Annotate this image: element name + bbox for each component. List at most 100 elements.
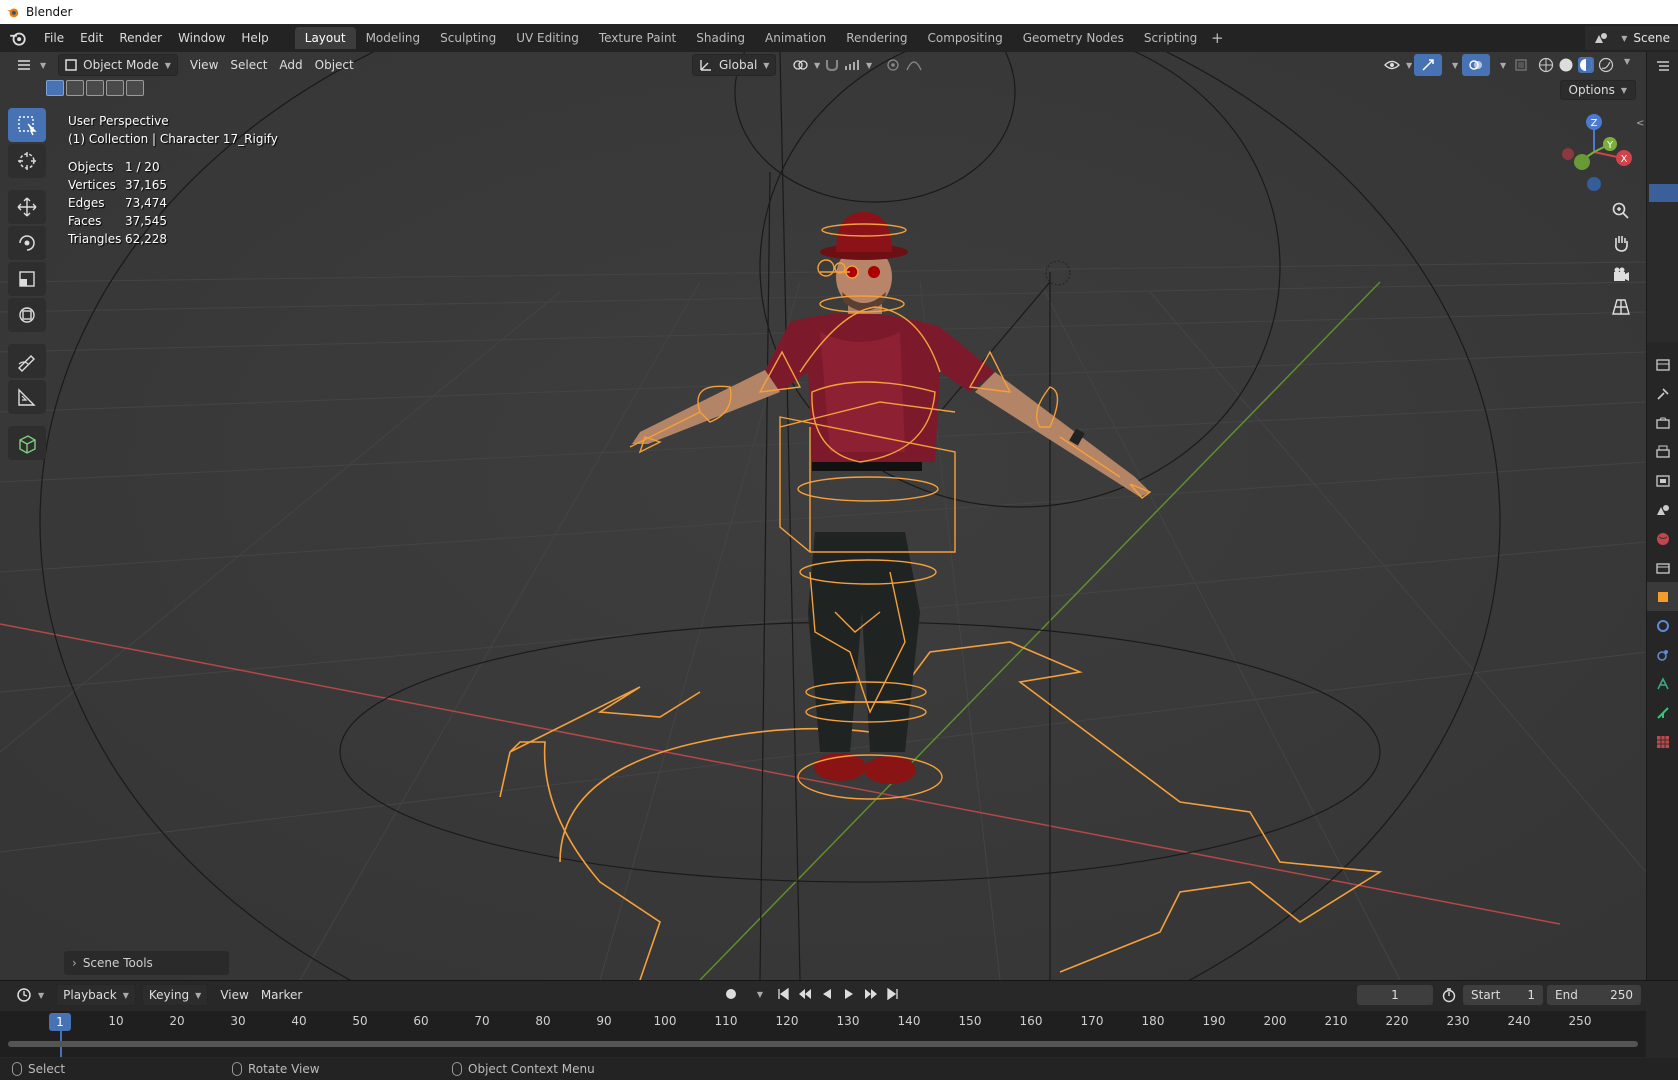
tab-layout[interactable]: Layout bbox=[294, 27, 356, 49]
keying-menu[interactable]: Keying ▼ bbox=[141, 984, 209, 1006]
snap-target-button[interactable]: ▼ bbox=[838, 54, 878, 76]
menu-view[interactable]: View bbox=[184, 54, 224, 76]
tool-settings-icon[interactable] bbox=[1647, 379, 1678, 408]
tab-compositing[interactable]: Compositing bbox=[917, 27, 1012, 49]
view-layer-properties-icon[interactable] bbox=[1647, 466, 1678, 495]
render-properties-icon[interactable] bbox=[1647, 408, 1678, 437]
object-properties-icon[interactable] bbox=[1647, 582, 1678, 611]
tab-modeling[interactable]: Modeling bbox=[356, 27, 431, 49]
select-subtract-icon[interactable] bbox=[86, 80, 104, 96]
play-reverse-button[interactable] bbox=[818, 985, 836, 1003]
menu-add[interactable]: Add bbox=[273, 54, 308, 76]
select-intersect-icon[interactable] bbox=[126, 80, 144, 96]
pan-button[interactable] bbox=[1608, 232, 1634, 254]
modifier-properties-icon[interactable] bbox=[1647, 611, 1678, 640]
timeline-scrollbar[interactable] bbox=[8, 1041, 1638, 1047]
physics-properties-icon[interactable] bbox=[1647, 640, 1678, 669]
cursor-tool[interactable] bbox=[8, 144, 46, 178]
perspective-toggle-button[interactable] bbox=[1608, 296, 1634, 318]
world-properties-icon[interactable] bbox=[1647, 524, 1678, 553]
transform-tool[interactable] bbox=[8, 298, 46, 332]
keying-set-dropdown[interactable]: ▼ bbox=[744, 985, 770, 1003]
menu-window[interactable]: Window bbox=[170, 27, 233, 49]
auto-keying-toggle[interactable] bbox=[722, 985, 740, 1003]
timeline-ruler[interactable]: 1 10 20 30 40 50 60 70 80 90 100 110 120 130 140 150 16… bbox=[0, 1011, 1646, 1057]
wireframe-shading-icon[interactable] bbox=[1538, 57, 1554, 73]
scene-tools-panel[interactable]: › Scene Tools bbox=[64, 951, 229, 975]
outliner-selected-row[interactable] bbox=[1649, 184, 1678, 202]
tab-animation[interactable]: Animation bbox=[755, 27, 836, 49]
menu-edit[interactable]: Edit bbox=[72, 27, 111, 49]
move-tool[interactable] bbox=[8, 190, 46, 224]
transform-orientation-selector[interactable]: Global ▼ bbox=[692, 54, 777, 76]
timeline-editor[interactable]: ▼ Playback ▼ Keying ▼ View Marker ▼ 1 Star… bbox=[0, 980, 1678, 1058]
texture-properties-icon[interactable] bbox=[1647, 727, 1678, 756]
jump-to-keyframe-prev-button[interactable] bbox=[796, 985, 814, 1003]
jump-to-end-button[interactable] bbox=[884, 985, 902, 1003]
scene-selector[interactable]: ▼ Scene bbox=[1585, 26, 1678, 50]
measure-tool[interactable] bbox=[8, 380, 46, 414]
current-frame-field[interactable]: 1 bbox=[1357, 985, 1433, 1005]
outliner-panel[interactable] bbox=[1647, 52, 1678, 342]
object-constraint-icon[interactable] bbox=[1647, 669, 1678, 698]
tab-rendering[interactable]: Rendering bbox=[836, 27, 917, 49]
gizmo-toggle[interactable] bbox=[1414, 54, 1442, 76]
output-properties-icon[interactable] bbox=[1647, 437, 1678, 466]
scene-properties-icon[interactable] bbox=[1647, 495, 1678, 524]
select-new-icon[interactable] bbox=[46, 80, 64, 96]
add-workspace-button[interactable]: + bbox=[1207, 29, 1227, 47]
blender-menu-icon[interactable] bbox=[0, 29, 36, 47]
menu-object[interactable]: Object bbox=[309, 54, 360, 76]
add-cube-tool[interactable] bbox=[8, 426, 46, 460]
overlays-toggle[interactable] bbox=[1462, 54, 1490, 76]
chevron-down-icon[interactable]: ▼ bbox=[1624, 57, 1630, 73]
preview-range-toggle[interactable] bbox=[1441, 987, 1457, 1006]
visibility-selectability-button[interactable]: ▼ bbox=[1378, 54, 1418, 76]
playhead-frame-indicator[interactable]: 1 bbox=[49, 1013, 71, 1031]
xray-toggle[interactable] bbox=[1508, 54, 1534, 76]
play-button[interactable] bbox=[840, 985, 858, 1003]
3d-viewport[interactable]: ▼ Object Mode ▼ View Select Add Object G… bbox=[0, 52, 1646, 980]
camera-view-button[interactable] bbox=[1608, 264, 1634, 286]
marker-menu[interactable]: Marker bbox=[255, 984, 308, 1006]
annotate-tool[interactable] bbox=[8, 344, 46, 378]
tab-sculpting[interactable]: Sculpting bbox=[430, 27, 506, 49]
neg-z-axis-ball[interactable] bbox=[1587, 177, 1601, 191]
neg-y-axis-ball[interactable] bbox=[1574, 154, 1590, 170]
menu-select[interactable]: Select bbox=[224, 54, 273, 76]
solid-shading-icon[interactable] bbox=[1558, 57, 1574, 73]
tab-scripting[interactable]: Scripting bbox=[1134, 27, 1207, 49]
jump-to-keyframe-next-button[interactable] bbox=[862, 985, 880, 1003]
rotate-tool[interactable] bbox=[8, 226, 46, 260]
select-extend-icon[interactable] bbox=[66, 80, 84, 96]
select-invert-icon[interactable] bbox=[106, 80, 124, 96]
scale-tool[interactable] bbox=[8, 262, 46, 296]
properties-editor-icon[interactable] bbox=[1647, 350, 1678, 379]
editor-type-selector[interactable]: ▼ bbox=[10, 54, 52, 76]
tab-shading[interactable]: Shading bbox=[686, 27, 755, 49]
tab-geometry-nodes[interactable]: Geometry Nodes bbox=[1013, 27, 1134, 49]
collection-properties-icon[interactable] bbox=[1647, 553, 1678, 582]
rendered-shading-icon[interactable] bbox=[1598, 57, 1614, 73]
neg-x-axis-ball[interactable] bbox=[1562, 148, 1574, 160]
options-button[interactable]: Options ▼ bbox=[1559, 80, 1636, 100]
navigation-gizmo[interactable]: Z Y X bbox=[1548, 108, 1638, 198]
material-preview-shading-icon[interactable] bbox=[1578, 57, 1594, 73]
gizmo-dropdown[interactable]: ▼ bbox=[1440, 54, 1464, 76]
timeline-view-menu[interactable]: View bbox=[214, 984, 254, 1006]
tab-texture-paint[interactable]: Texture Paint bbox=[589, 27, 686, 49]
timeline-editor-type[interactable]: ▼ bbox=[10, 984, 50, 1006]
mode-selector[interactable]: Object Mode ▼ bbox=[58, 54, 178, 76]
menu-render[interactable]: Render bbox=[111, 27, 170, 49]
select-box-tool[interactable] bbox=[8, 108, 46, 142]
end-frame-field[interactable]: End 250 bbox=[1547, 985, 1641, 1005]
zoom-button[interactable] bbox=[1608, 200, 1634, 222]
menu-help[interactable]: Help bbox=[233, 27, 276, 49]
start-frame-field[interactable]: Start 1 bbox=[1463, 985, 1543, 1005]
jump-to-start-button[interactable] bbox=[774, 985, 792, 1003]
sidebar-toggle-arrow-icon[interactable]: < bbox=[1636, 118, 1644, 129]
object-data-properties-icon[interactable] bbox=[1647, 698, 1678, 727]
menu-file[interactable]: File bbox=[36, 27, 72, 49]
outliner-editor-icon[interactable] bbox=[1647, 52, 1678, 81]
tab-uv-editing[interactable]: UV Editing bbox=[506, 27, 589, 49]
